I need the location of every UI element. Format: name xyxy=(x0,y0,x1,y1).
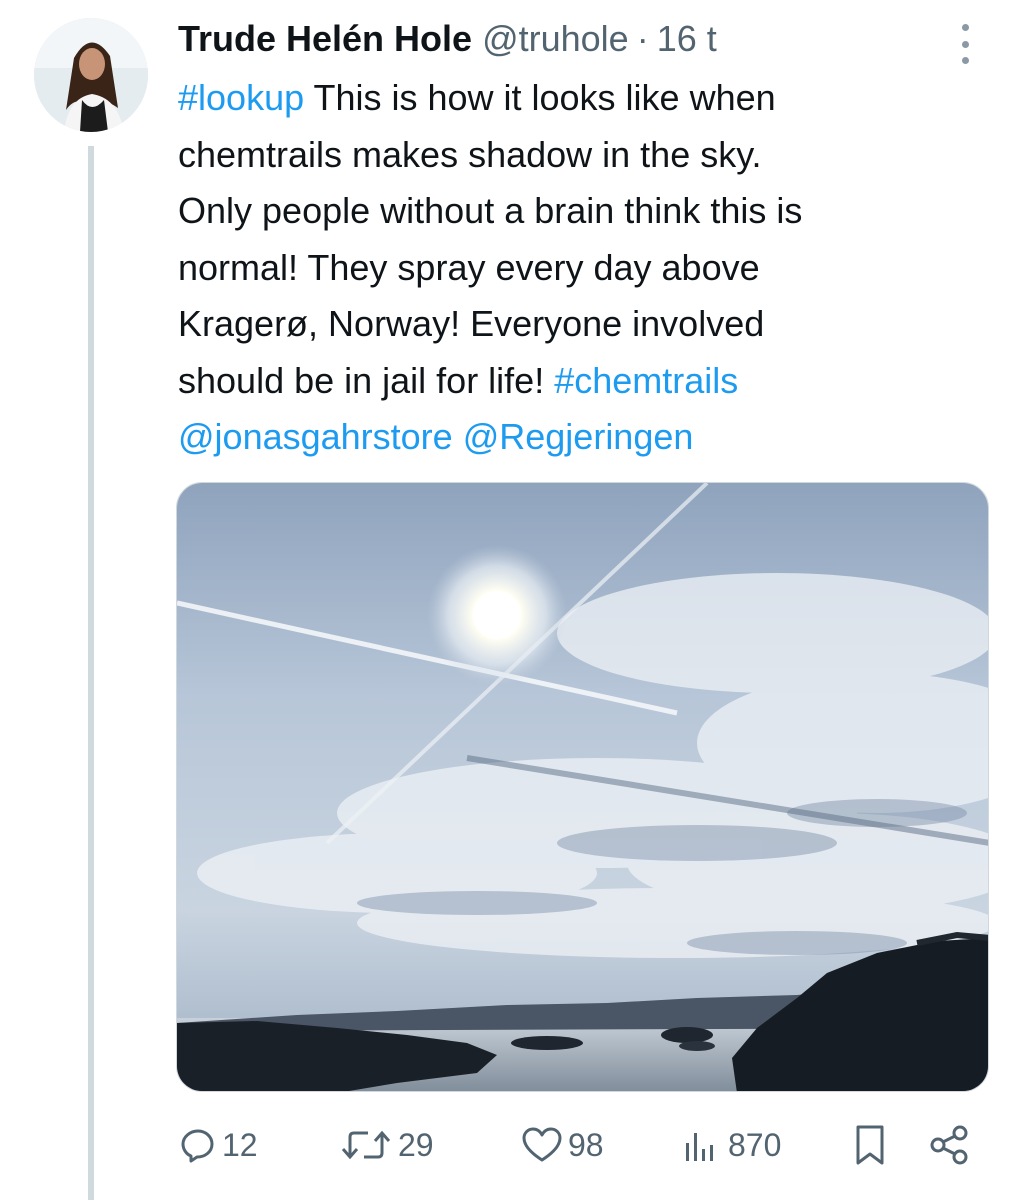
hashtag-chemtrails[interactable]: #chemtrails xyxy=(554,360,738,401)
author-name[interactable]: Trude Helén Hole xyxy=(178,18,472,60)
more-options-icon[interactable] xyxy=(955,24,975,64)
bookmark-icon xyxy=(856,1125,884,1165)
tweet-text: #lookup This is how it looks like when c… xyxy=(178,70,978,466)
header-separator: · xyxy=(636,18,649,59)
views-chart-icon xyxy=(686,1133,713,1161)
reply-icon xyxy=(181,1129,214,1163)
reply-button[interactable]: 12 xyxy=(178,1110,258,1180)
tweet-text-line: normal! They spray every day above xyxy=(178,246,760,288)
share-button[interactable] xyxy=(928,1110,972,1180)
tweet-text-line: should be in jail for life! #chemtrails xyxy=(178,359,739,401)
tweet-photo[interactable] xyxy=(176,482,989,1092)
tweet-header: Trude Helén Hole @truhole · 16 t xyxy=(178,14,717,64)
like-button[interactable]: 98 xyxy=(520,1110,604,1180)
share-icon xyxy=(930,1125,968,1165)
view-count: 870 xyxy=(728,1126,782,1163)
reply-count: 12 xyxy=(222,1126,258,1163)
like-count: 98 xyxy=(568,1126,604,1163)
tweet-text-line: Kragerø, Norway! Everyone involved xyxy=(178,303,765,344)
tweet-text-line: #lookup This is how it looks like when xyxy=(178,77,776,118)
mention-regjeringen[interactable]: @Regjeringen xyxy=(463,416,694,457)
retweet-count: 29 xyxy=(398,1126,434,1163)
author-avatar[interactable] xyxy=(34,18,148,132)
author-handle[interactable]: @truhole xyxy=(482,18,629,60)
retweet-button[interactable]: 29 xyxy=(338,1110,434,1180)
mention-jonasgahrstore[interactable]: @jonasgahrstore xyxy=(178,416,453,457)
tweet-actions: 12 29 98 870 xyxy=(0,1110,1023,1180)
tweet-timestamp[interactable]: 16 t xyxy=(657,18,717,60)
hashtag-lookup[interactable]: #lookup xyxy=(178,77,304,118)
retweet-icon xyxy=(341,1130,391,1160)
tweet-text-line: chemtrails makes shadow in the sky. xyxy=(178,133,762,175)
tweet-text-line: @jonasgahrstore @Regjeringen xyxy=(178,409,978,466)
tweet-text-line: Only people without a brain think this i… xyxy=(178,190,803,231)
avatar-photo xyxy=(34,18,148,132)
thread-line xyxy=(88,146,94,1200)
sky-photo xyxy=(177,483,988,1091)
heart-icon xyxy=(522,1127,562,1162)
views-button[interactable]: 870 xyxy=(680,1110,781,1180)
bookmark-button[interactable] xyxy=(852,1110,888,1180)
